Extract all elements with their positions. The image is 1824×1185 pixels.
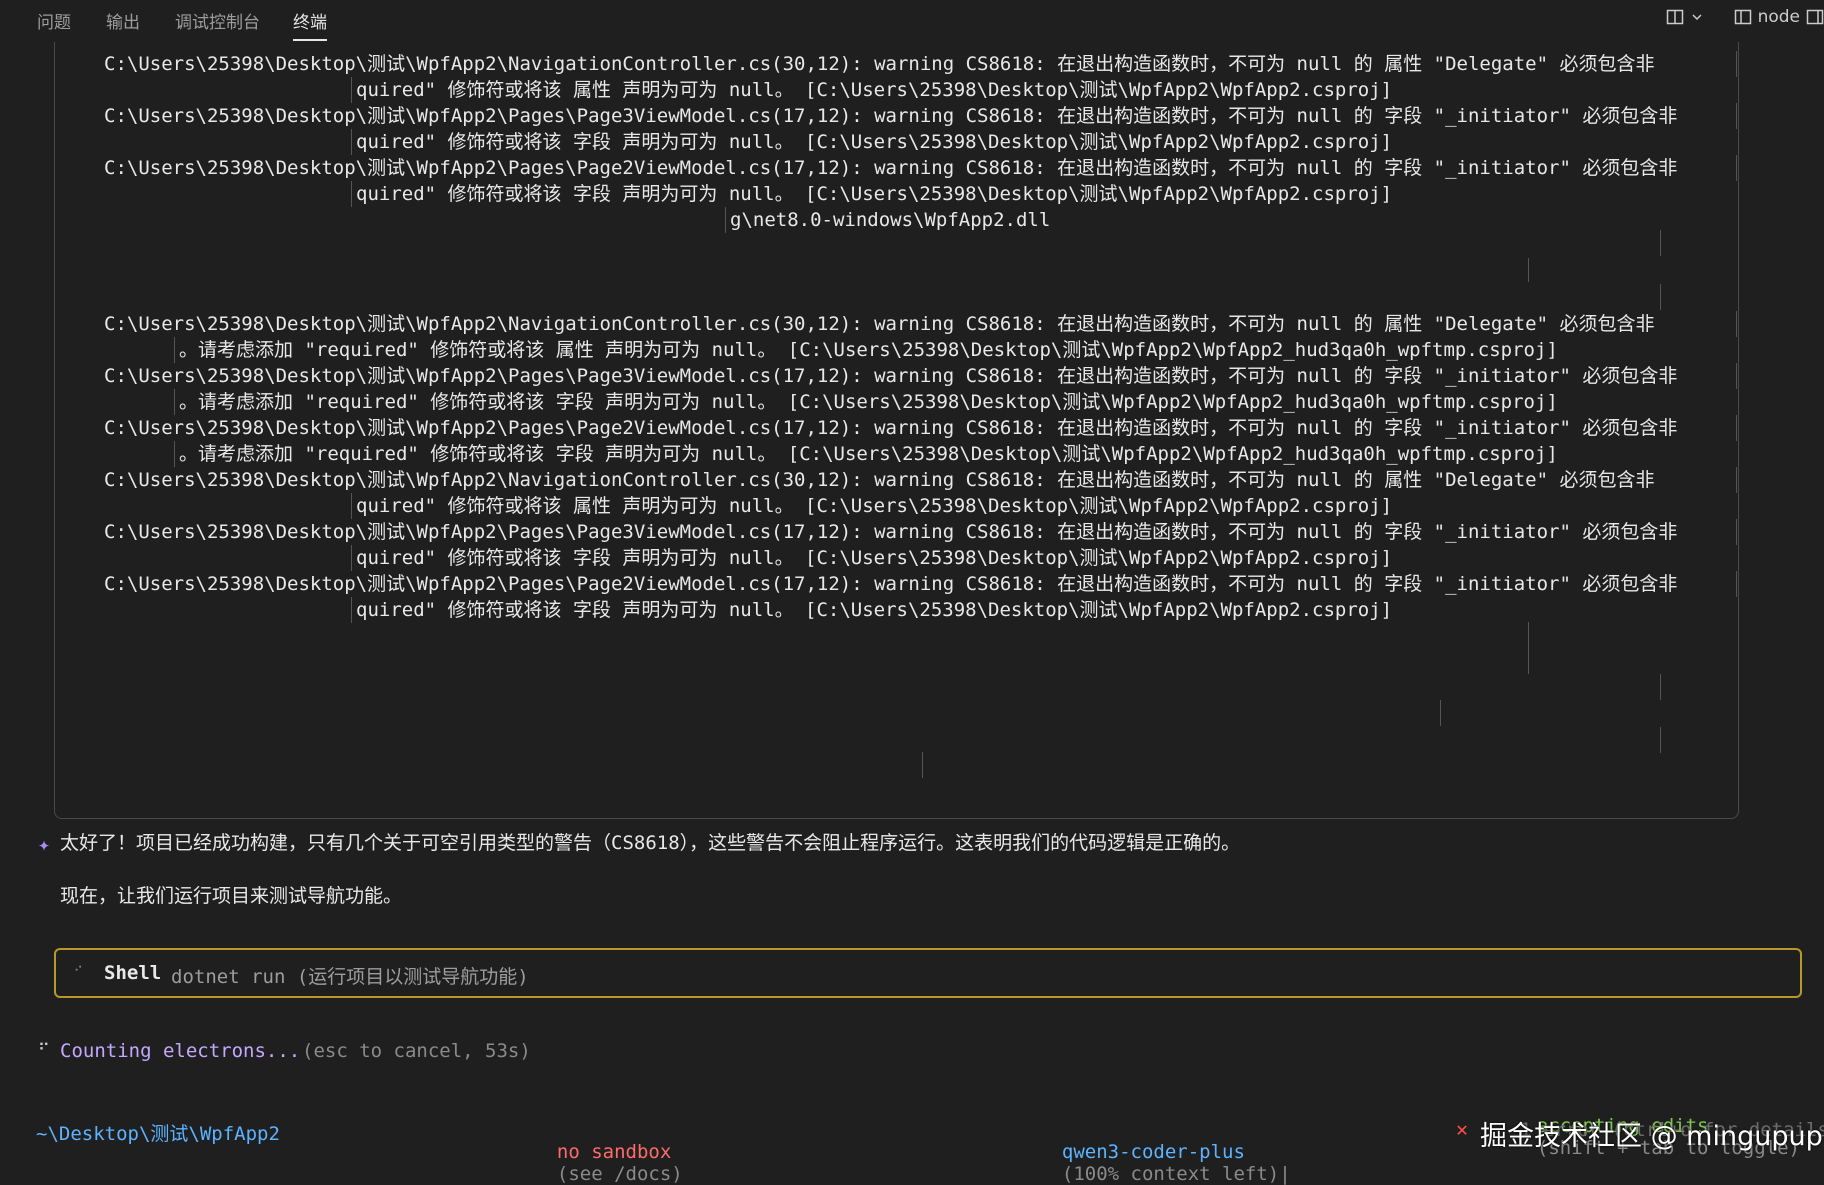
model-status: qwen3-coder-plus (100% context left)| (1039, 1119, 1291, 1185)
terminal-toolbar: node (1666, 7, 1824, 27)
cancel-hint: (esc to cancel, 53s) (302, 1040, 531, 1062)
tab-debug-console[interactable]: 调试控制台 (175, 8, 260, 33)
sparkle-icon: ✦ (38, 832, 51, 856)
output-line: C:\Users\25398\Desktop\测试\WpfApp2\Pages\… (104, 105, 1678, 127)
output-line: quired" 修饰符或将该 字段 声明为可为 null。 [C:\Users\… (351, 597, 1392, 623)
divider (1660, 727, 1661, 753)
output-line: C:\Users\25398\Desktop\测试\WpfApp2\Pages\… (104, 365, 1678, 387)
output-line: C:\Users\25398\Desktop\测试\WpfApp2\Pages\… (104, 157, 1678, 179)
divider (1660, 230, 1661, 256)
error-icon[interactable]: ✕ (1456, 1117, 1468, 1141)
divider (922, 752, 923, 778)
output-line: C:\Users\25398\Desktop\测试\WpfApp2\Naviga… (104, 313, 1655, 335)
sandbox-label: no sandbox (556, 1141, 672, 1163)
output-line: 。请考虑添加 "required" 修饰符或将该 字段 声明为可为 null。 … (174, 389, 1558, 415)
shell-label: Shell (104, 962, 162, 984)
divider (1528, 258, 1529, 282)
tab-problems[interactable]: 问题 (37, 8, 71, 33)
divider (1736, 311, 1737, 337)
divider (1736, 103, 1737, 129)
output-line: 。请考虑添加 "required" 修饰符或将该 属性 声明为可为 null。 … (174, 337, 1558, 363)
chevron-down-icon[interactable] (1690, 8, 1708, 26)
divider (1736, 415, 1737, 441)
output-line: quired" 修饰符或将该 属性 声明为可为 null。 [C:\Users\… (351, 493, 1392, 519)
output-line: 。请考虑添加 "required" 修饰符或将该 字段 声明为可为 null。 … (174, 441, 1558, 467)
assistant-message: 太好了！项目已经成功构建，只有几个关于可空引用类型的警告（CS8618），这些警… (60, 832, 1241, 854)
panel-layout-icon[interactable] (1806, 8, 1824, 26)
output-line: quired" 修饰符或将该 字段 声明为可为 null。 [C:\Users\… (351, 181, 1392, 207)
output-line: quired" 修饰符或将该 字段 声明为可为 null。 [C:\Users\… (351, 129, 1392, 155)
divider (1736, 51, 1737, 77)
output-line: C:\Users\25398\Desktop\测试\WpfApp2\Naviga… (104, 53, 1655, 75)
divider (1660, 284, 1661, 310)
terminal-name[interactable]: node (1758, 7, 1800, 27)
dots-icon: ⠊ (74, 964, 83, 978)
status-text: Counting electrons... (60, 1040, 301, 1062)
divider (1736, 519, 1737, 545)
output-line: quired" 修饰符或将该 字段 声明为可为 null。 [C:\Users\… (351, 545, 1392, 571)
shell-command: dotnet run (运行项目以测试导航功能) (171, 966, 529, 988)
shell-tool-box: ⠊ Shell dotnet run (运行项目以测试导航功能) (54, 948, 1802, 998)
output-line: g\net8.0-windows\WpfApp2.dll (725, 207, 1050, 233)
tab-terminal[interactable]: 终端 (293, 8, 327, 41)
divider (1660, 674, 1661, 700)
divider (1736, 571, 1737, 597)
divider (1736, 363, 1737, 389)
sandbox-status: no sandbox (see /docs) (534, 1119, 683, 1185)
output-line: quired" 修饰符或将该 属性 声明为可为 null。 [C:\Users\… (351, 77, 1392, 103)
divider (1440, 700, 1441, 726)
assistant-message: 现在，让我们运行项目来测试导航功能。 (60, 885, 403, 907)
working-directory: ~\Desktop\测试\WpfApp2 (36, 1123, 280, 1145)
terminal-layout-icon (1734, 8, 1752, 26)
watermark: 掘金技术社区 @ mingupup (1480, 1121, 1823, 1152)
spinner-icon: ⠋ (38, 1040, 50, 1059)
output-line: C:\Users\25398\Desktop\测试\WpfApp2\Pages\… (104, 417, 1678, 439)
output-line: C:\Users\25398\Desktop\测试\WpfApp2\Naviga… (104, 469, 1655, 491)
divider (1736, 467, 1737, 493)
split-terminal-icon[interactable] (1666, 8, 1684, 26)
panel-tab-bar: 问题 输出 调试控制台 终端 node (0, 0, 1824, 41)
divider (1736, 155, 1737, 181)
output-line: C:\Users\25398\Desktop\测试\WpfApp2\Pages\… (104, 573, 1678, 595)
model-name: qwen3-coder-plus (1061, 1141, 1245, 1163)
divider (1528, 622, 1529, 674)
tab-output[interactable]: 输出 (106, 8, 140, 33)
output-line: C:\Users\25398\Desktop\测试\WpfApp2\Pages\… (104, 521, 1678, 543)
